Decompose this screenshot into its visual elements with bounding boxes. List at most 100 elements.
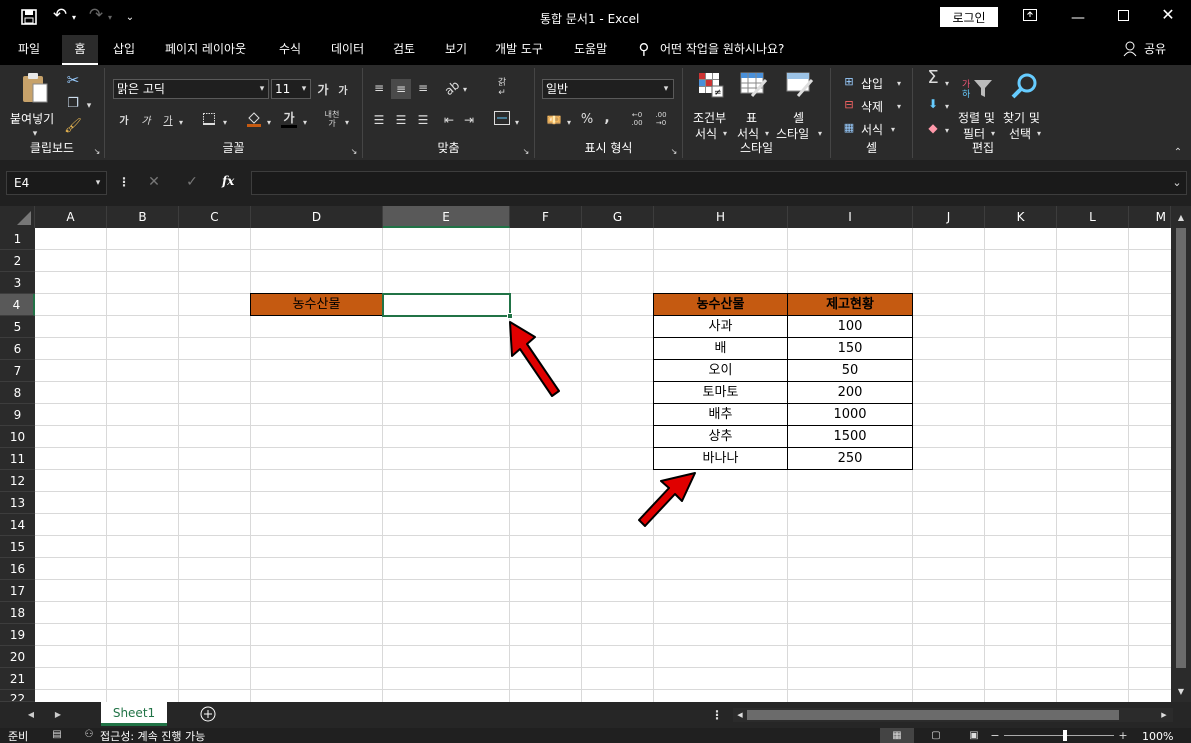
page-layout-view-icon[interactable]: ▢: [928, 728, 944, 743]
borders-dropdown-icon[interactable]: ▾: [221, 115, 229, 131]
format-cells-label[interactable]: 서식: [861, 121, 883, 138]
row-header-10[interactable]: 10: [0, 426, 35, 448]
accessibility-icon[interactable]: ⚇: [82, 729, 96, 741]
table-cell[interactable]: 100: [787, 315, 913, 338]
font-color-icon[interactable]: 가: [281, 110, 297, 128]
table-header-product[interactable]: 농수산물: [653, 293, 788, 316]
table-cell[interactable]: 1500: [787, 425, 913, 448]
underline-dropdown-icon[interactable]: ▾: [177, 115, 185, 131]
table-cell[interactable]: 150: [787, 337, 913, 360]
row-header-7[interactable]: 7: [0, 360, 35, 382]
tab-insert[interactable]: 삽입: [113, 35, 135, 65]
decrease-indent-icon[interactable]: ⇤: [441, 112, 457, 128]
row-header-9[interactable]: 9: [0, 404, 35, 426]
undo-icon[interactable]: ↶: [50, 7, 70, 27]
table-cell[interactable]: 50: [787, 359, 913, 382]
column-header-j[interactable]: J: [913, 206, 985, 228]
row-header-13[interactable]: 13: [0, 492, 35, 514]
column-header-g[interactable]: G: [582, 206, 654, 228]
font-launcher-icon[interactable]: ↘: [349, 144, 359, 160]
maximize-icon[interactable]: [1114, 9, 1132, 25]
phonetic-guide-icon[interactable]: 내천 가: [323, 110, 341, 128]
cell-d4[interactable]: 농수산물: [250, 293, 383, 316]
table-cell[interactable]: 사과: [653, 315, 788, 338]
prev-sheet-icon[interactable]: ◀: [26, 707, 36, 723]
column-header-h[interactable]: H: [654, 206, 788, 228]
row-header-19[interactable]: 19: [0, 624, 35, 646]
insert-cells-label[interactable]: 삽입: [861, 75, 883, 92]
normal-view-icon[interactable]: ▦: [880, 728, 914, 743]
row-header-20[interactable]: 20: [0, 646, 35, 668]
sheet-tab-sheet1[interactable]: Sheet1: [101, 702, 167, 726]
collapse-ribbon-icon[interactable]: ⌃: [1172, 145, 1184, 161]
status-accessibility[interactable]: 접근성: 계속 진행 가능: [100, 730, 205, 743]
tab-review[interactable]: 검토: [393, 35, 415, 65]
add-sheet-icon[interactable]: [199, 706, 217, 724]
row-header-12[interactable]: 12: [0, 470, 35, 492]
italic-icon[interactable]: 가: [139, 114, 153, 130]
column-header-d[interactable]: D: [251, 206, 383, 228]
clipboard-launcher-icon[interactable]: ↘: [92, 144, 102, 160]
decrease-decimal-icon[interactable]: .00 →0: [651, 111, 671, 127]
scroll-left-icon[interactable]: ◀: [735, 707, 745, 723]
number-launcher-icon[interactable]: ↘: [669, 144, 679, 160]
tab-data[interactable]: 데이터: [331, 35, 364, 65]
row-header-1[interactable]: 1: [0, 228, 35, 250]
zoom-in-icon[interactable]: +: [1118, 728, 1128, 743]
column-header-f[interactable]: F: [510, 206, 582, 228]
borders-icon[interactable]: [201, 113, 217, 129]
format-as-table-icon[interactable]: [739, 72, 769, 100]
clear-dropdown-icon[interactable]: ▾: [943, 123, 951, 139]
row-header-16[interactable]: 16: [0, 558, 35, 580]
zoom-slider-thumb[interactable]: [1063, 730, 1067, 741]
format-cells-dropdown-icon[interactable]: ▾: [889, 122, 897, 138]
tab-formulas[interactable]: 수식: [279, 35, 301, 65]
font-name-select[interactable]: 맑은 고딕: [113, 79, 269, 99]
cut-icon[interactable]: ✂: [64, 72, 82, 88]
row-header-22[interactable]: 22: [0, 690, 35, 702]
scroll-up-icon[interactable]: ▲: [1175, 210, 1187, 226]
cell-styles-icon[interactable]: [785, 72, 815, 100]
find-select-icon[interactable]: [1009, 72, 1039, 102]
row-header-6[interactable]: 6: [0, 338, 35, 360]
autosum-icon[interactable]: Σ: [923, 69, 943, 87]
row-header-8[interactable]: 8: [0, 382, 35, 404]
delete-cells-dropdown-icon[interactable]: ▾: [895, 99, 903, 115]
font-size-dropdown-icon[interactable]: ▾: [299, 81, 309, 97]
table-cell[interactable]: 배추: [653, 403, 788, 426]
row-header-5[interactable]: 5: [0, 316, 35, 338]
align-right-icon[interactable]: ☰: [415, 112, 431, 128]
bottom-align-icon[interactable]: ≡: [415, 80, 431, 96]
minimize-icon[interactable]: —: [1068, 10, 1088, 26]
orientation-dropdown-icon[interactable]: ▾: [461, 82, 469, 98]
formula-bar-options-icon[interactable]: ⋮: [118, 174, 130, 190]
undo-dropdown-icon[interactable]: ▾: [70, 10, 78, 26]
tab-page-layout[interactable]: 페이지 레이아웃: [165, 35, 246, 65]
redo-dropdown-icon[interactable]: ▾: [106, 10, 114, 26]
table-cell[interactable]: 상추: [653, 425, 788, 448]
merge-center-icon[interactable]: [493, 111, 511, 129]
worksheet-grid[interactable]: A B C D E F G H I J K L M 1 2 3 4 5 6 7 …: [0, 206, 1191, 702]
format-as-table-label-1[interactable]: 표: [746, 109, 757, 126]
align-left-icon[interactable]: ☰: [371, 112, 387, 128]
fill-icon[interactable]: ⬇: [925, 96, 941, 112]
comma-style-icon[interactable]: ,: [601, 110, 613, 126]
next-sheet-icon[interactable]: ▶: [53, 707, 63, 723]
sort-filter-icon[interactable]: 가하: [961, 76, 995, 102]
row-header-17[interactable]: 17: [0, 580, 35, 602]
phonetic-dropdown-icon[interactable]: ▾: [343, 115, 351, 131]
sort-filter-label-1[interactable]: 정렬 및: [958, 109, 995, 126]
cancel-entry-icon[interactable]: ✕: [146, 174, 162, 190]
close-icon[interactable]: ✕: [1158, 7, 1178, 23]
find-select-label-1[interactable]: 찾기 및: [1003, 109, 1040, 126]
expand-formula-bar-icon[interactable]: ⌄: [1172, 175, 1182, 191]
font-color-dropdown-icon[interactable]: ▾: [301, 115, 309, 131]
insert-cells-icon[interactable]: ⊞: [841, 74, 857, 90]
formula-input[interactable]: [251, 171, 1187, 195]
format-cells-icon[interactable]: ▦: [841, 120, 857, 136]
accounting-dropdown-icon[interactable]: ▾: [565, 115, 573, 131]
alignment-launcher-icon[interactable]: ↘: [521, 144, 531, 160]
tab-file[interactable]: 파일: [18, 35, 40, 65]
tab-view[interactable]: 보기: [445, 35, 467, 65]
column-header-a[interactable]: A: [35, 206, 107, 228]
